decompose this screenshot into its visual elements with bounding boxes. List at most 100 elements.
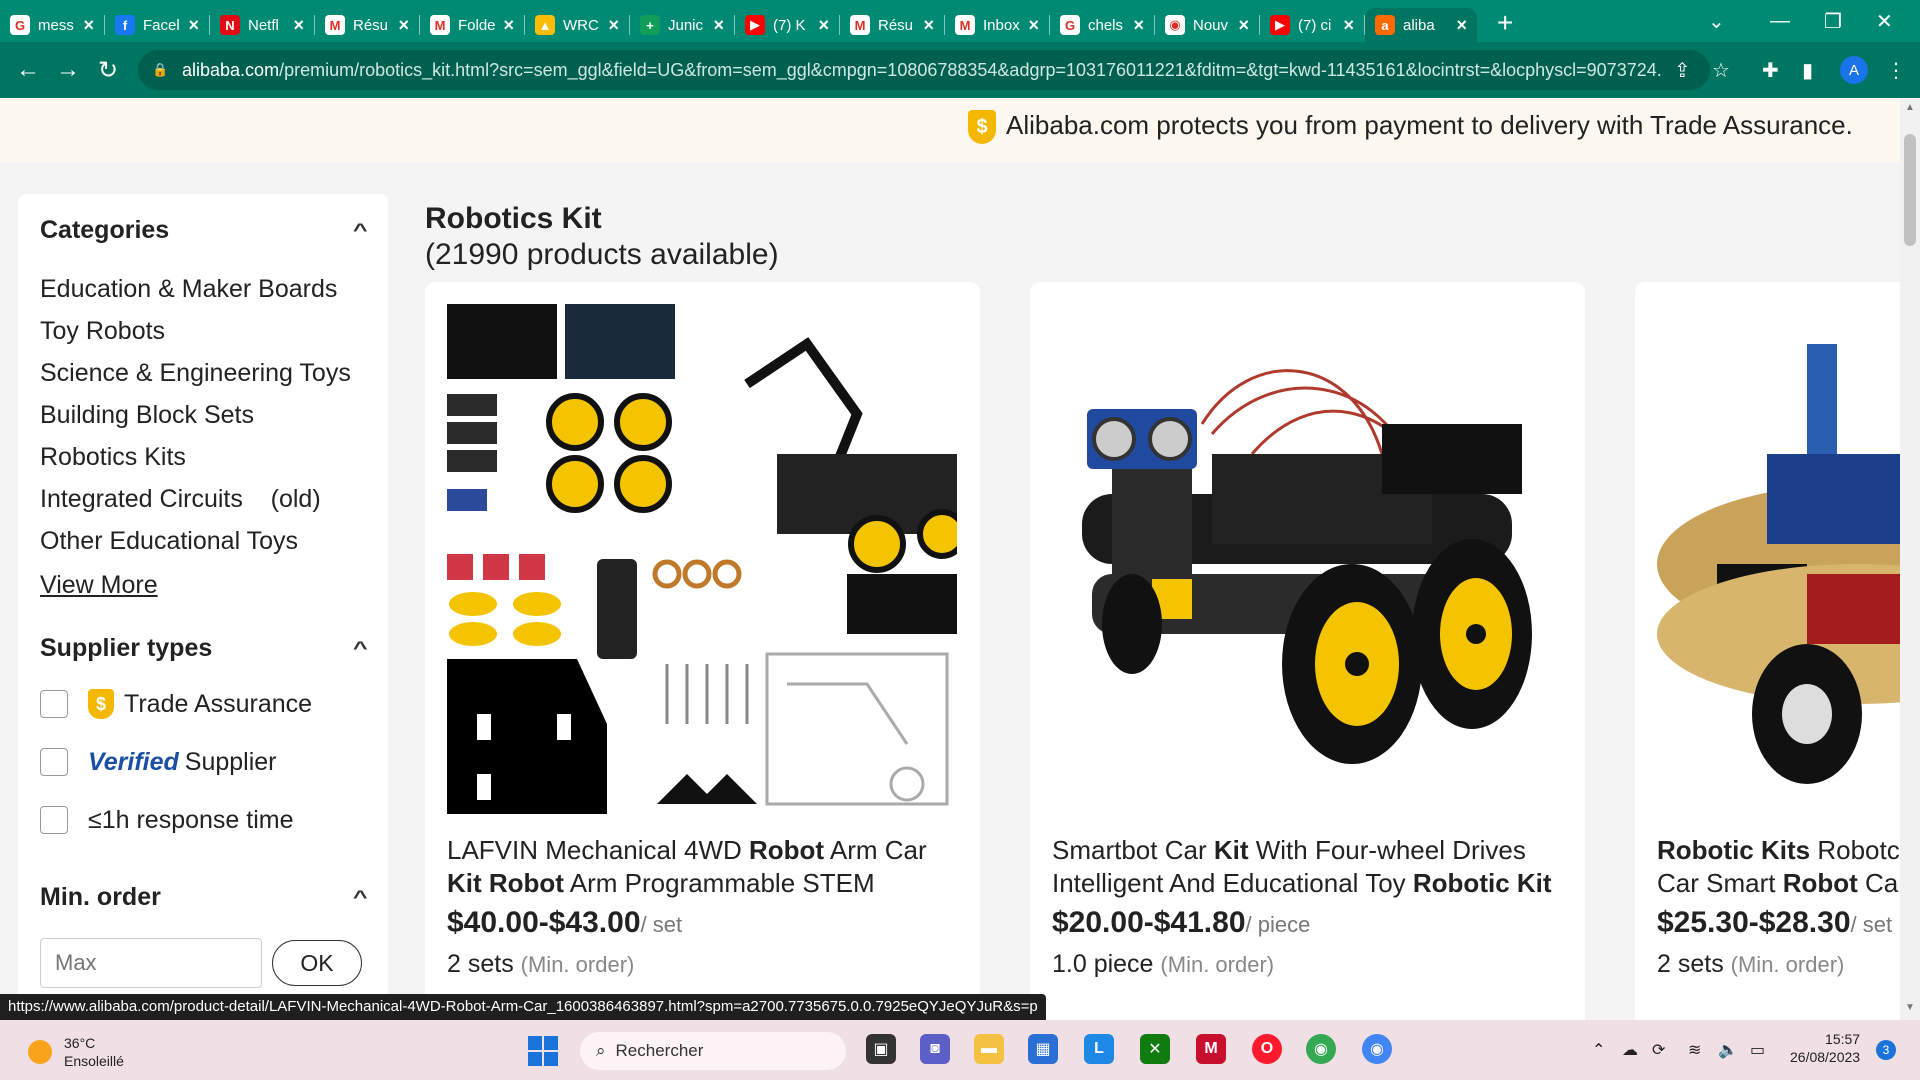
chrome-icon[interactable]: ◉ [1362,1034,1392,1064]
product-image-robotic-car-kit[interactable] [1657,304,1900,814]
url-text[interactable]: alibaba.com/premium/robotics_kit.html?sr… [182,60,1662,81]
menu-kebab-icon[interactable]: ⋮ [1886,58,1906,83]
taskbar-search[interactable]: ⌕ Rechercher [580,1032,846,1070]
show-hidden-icons-icon[interactable]: ⌃ [1592,1040,1605,1060]
browser-tab[interactable]: ▶ (7) K × [735,8,839,42]
teams-chat-icon[interactable]: ◙ [920,1034,950,1064]
min-order-max-input[interactable] [40,938,262,988]
tab-search-icon[interactable]: ⌄ [1708,0,1725,42]
chevron-up-icon[interactable]: ^ [353,220,368,241]
chevron-up-icon[interactable]: ^ [353,887,368,908]
chevron-up-icon[interactable]: ^ [353,638,368,659]
back-icon[interactable]: ← [8,56,48,84]
share-icon[interactable]: ⇪ [1674,58,1691,83]
new-tab-button[interactable]: + [1497,7,1513,39]
category-item[interactable]: Toy Robots [40,317,366,359]
verified-supplier-filter[interactable]: Verified Supplier [40,733,366,791]
browser-tab[interactable]: ▲ WRC × [525,8,629,42]
mcafee-icon[interactable]: M [1196,1034,1226,1064]
close-window-button[interactable]: ✕ [1876,0,1893,42]
battery-icon[interactable]: ▭ [1750,1040,1765,1060]
scrollbar-thumb[interactable] [1904,134,1916,246]
browser-tab[interactable]: M Inbox × [945,8,1049,42]
close-tab-icon[interactable]: × [83,15,94,36]
product-image-smart-car-kit[interactable] [1052,304,1562,814]
browser-tab[interactable]: a aliba × [1365,8,1477,42]
volume-icon[interactable]: 🔈 [1718,1040,1738,1060]
reload-icon[interactable]: ↻ [88,56,128,85]
min-order-ok-button[interactable]: OK [272,940,362,986]
close-tab-icon[interactable]: × [398,15,409,36]
close-tab-icon[interactable]: × [1238,15,1249,36]
close-tab-icon[interactable]: × [608,15,619,36]
product-title[interactable]: Smartbot Car Kit With Four-wheel Drives … [1052,834,1572,900]
browser-tab[interactable]: M Folde × [420,8,524,42]
category-item[interactable]: Building Block Sets [40,401,366,443]
close-tab-icon[interactable]: × [818,15,829,36]
product-title[interactable]: Robotic Kits Robotc Car Smart Robot Ca [1657,834,1900,900]
chrome-profile-a-icon[interactable]: ◉ [1306,1034,1336,1064]
browser-tab[interactable]: M Résu × [840,8,944,42]
product-title[interactable]: LAFVIN Mechanical 4WD Robot Arm Car Kit … [447,834,967,900]
close-tab-icon[interactable]: × [1133,15,1144,36]
trade-assurance-filter[interactable]: $ Trade Assurance [40,675,366,733]
browser-tab[interactable]: N Netfl × [210,8,314,42]
scroll-up-arrow-icon[interactable]: ▲ [1905,102,1915,113]
wifi-icon[interactable]: ≋ [1688,1040,1701,1060]
category-item[interactable]: Science & Engineering Toys [40,359,366,401]
maximize-button[interactable]: ❐ [1824,0,1842,42]
close-tab-icon[interactable]: × [503,15,514,36]
profile-avatar[interactable]: A [1840,56,1868,84]
windows-start-icon[interactable] [528,1036,558,1066]
side-panel-icon[interactable]: ▮ [1802,58,1813,83]
close-tab-icon[interactable]: × [1456,15,1467,36]
response-time-filter[interactable]: ≤1h response time [40,791,366,849]
categories-header[interactable]: Categories ^ [40,216,368,245]
scroll-down-arrow-icon[interactable]: ▼ [1905,1002,1915,1013]
browser-tab[interactable]: ◉ Nouv × [1155,8,1259,42]
trade-assurance-checkbox[interactable] [40,690,68,718]
xbox-icon[interactable]: ✕ [1140,1034,1170,1064]
close-tab-icon[interactable]: × [713,15,724,36]
close-tab-icon[interactable]: × [188,15,199,36]
product-card[interactable]: Robotic Kits Robotc Car Smart Robot Ca $… [1635,282,1900,1020]
category-item[interactable]: Education & Maker Boards [40,275,366,317]
category-item[interactable]: Other Educational Toys [40,527,366,569]
close-tab-icon[interactable]: × [923,15,934,36]
browser-tab[interactable]: Gchels × [1050,8,1154,42]
product-image-robot-arm-kit[interactable] [447,304,957,814]
file-explorer-icon[interactable]: ▬ [974,1034,1004,1064]
browser-tab[interactable]: Gmess × [0,8,104,42]
weather-widget[interactable]: 36°C Ensoleillé [28,1034,124,1070]
supplier-types-header[interactable]: Supplier types ^ [40,634,368,663]
browser-tab[interactable]: ▶ (7) ci × [1260,8,1364,42]
close-tab-icon[interactable]: × [1028,15,1039,36]
sync-icon[interactable]: ⟳ [1652,1040,1665,1060]
lenovo-app-icon[interactable]: L [1084,1034,1114,1064]
browser-tab[interactable]: f Facel × [105,8,209,42]
page-scrollbar[interactable]: ▲ ▼ [1900,98,1920,1020]
response-time-checkbox[interactable] [40,806,68,834]
product-card[interactable]: Smartbot Car Kit With Four-wheel Drives … [1030,282,1585,1020]
category-item[interactable]: Robotics Kits [40,443,366,485]
browser-tab[interactable]: + Junic × [630,8,734,42]
system-clock[interactable]: 15:57 26/08/2023 [1790,1030,1860,1066]
close-tab-icon[interactable]: × [293,15,304,36]
forward-icon[interactable]: → [48,56,88,84]
extensions-icon[interactable]: ✚ [1762,58,1779,83]
bookmark-star-icon[interactable]: ☆ [1712,58,1730,83]
min-order-header[interactable]: Min. order ^ [40,883,368,912]
browser-tab[interactable]: M Résu × [315,8,419,42]
minimize-button[interactable]: — [1770,0,1790,42]
verified-supplier-checkbox[interactable] [40,748,68,776]
product-card[interactable]: LAFVIN Mechanical 4WD Robot Arm Car Kit … [425,282,980,1020]
task-view-icon[interactable]: ▣ [866,1034,896,1064]
category-item[interactable]: Integrated Circuits (old) [40,485,366,527]
onedrive-icon[interactable]: ☁ [1622,1040,1638,1060]
view-more-link[interactable]: View More [40,571,366,600]
address-bar[interactable]: 🔒 alibaba.com/premium/robotics_kit.html?… [138,50,1710,90]
microsoft-store-icon[interactable]: ▦ [1028,1034,1058,1064]
opera-icon[interactable]: O [1252,1034,1282,1064]
lock-icon[interactable]: 🔒 [152,62,168,78]
notification-badge[interactable]: 3 [1876,1040,1896,1060]
